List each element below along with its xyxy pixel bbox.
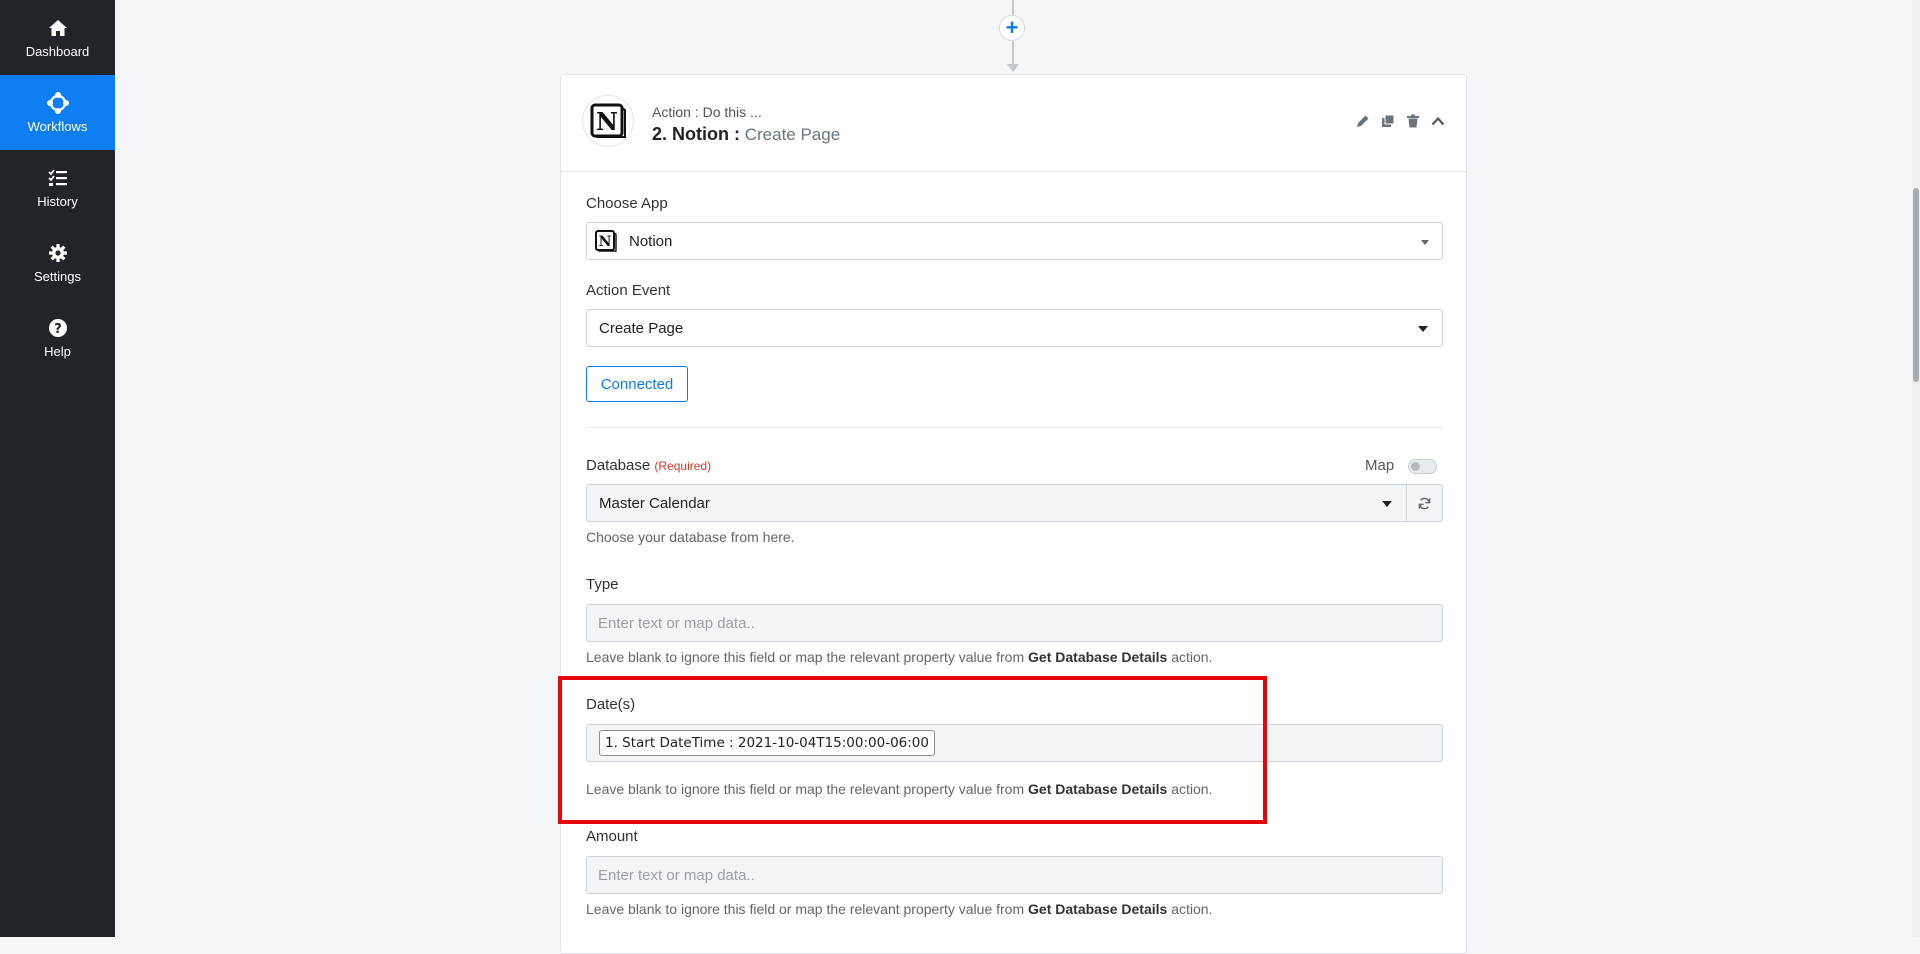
notion-logo-icon: N [582,95,634,147]
sidebar-item-settings[interactable]: Settings [0,225,115,300]
map-toggle[interactable] [1408,459,1437,474]
action-event-value: Create Page [599,319,684,337]
sidebar-item-help[interactable]: ? Help [0,300,115,375]
database-help-text: Choose your database from here. [586,529,795,545]
step-title: 2. Notion : Create Page [652,124,840,145]
type-label: Type [586,576,619,593]
flow-arrow-icon [1007,64,1019,72]
help-text-suffix: action. [1167,901,1213,917]
step-app-name: 2. Notion : [652,124,740,144]
type-help-text: Leave blank to ignore this field or map … [586,649,1212,665]
gear-icon [47,242,69,264]
sidebar-item-label: Help [44,343,71,359]
scrollbar-track[interactable] [1912,0,1920,937]
help-text-action-link: Get Database Details [1028,649,1168,665]
type-input[interactable]: Enter text or map data.. [586,604,1443,642]
divider [586,427,1443,428]
history-list-icon [47,167,69,189]
choose-app-value: Notion [629,232,673,250]
question-icon: ? [47,317,69,339]
choose-app-label: Choose App [586,195,668,212]
amount-help-text: Leave blank to ignore this field or map … [586,901,1212,917]
collapse-chevron-up-icon[interactable] [1430,113,1446,129]
sidebar-item-label: Dashboard [25,43,90,59]
action-event-label: Action Event [586,282,671,299]
database-label: Database (Required) [586,457,711,474]
map-label: Map [1365,457,1395,474]
step-header[interactable]: N Action : Do this ... 2. Notion : Creat… [561,75,1466,172]
flow-connector [1012,40,1014,66]
flow-connector [1012,0,1014,16]
help-text-prefix: Leave blank to ignore this field or map … [586,649,1029,665]
copy-icon[interactable] [1380,113,1396,129]
sidebar-item-history[interactable]: History [0,150,115,225]
refresh-icon [1418,497,1431,509]
scrollbar-thumb[interactable] [1913,188,1919,382]
svg-text:?: ? [54,322,62,337]
caret-down-icon [1418,326,1428,332]
database-label-text: Database [586,457,651,474]
caret-down-icon [1382,501,1392,507]
amount-label: Amount [586,828,638,845]
sidebar-item-workflows[interactable]: Workflows [0,75,115,150]
help-text-prefix: Leave blank to ignore this field or map … [586,901,1029,917]
step-event-name: Create Page [740,125,841,144]
chevron-down-icon [1421,240,1429,245]
step-subtitle: Action : Do this ... [652,104,762,120]
workflow-icon [46,91,69,114]
sidebar-item-label: Settings [34,268,81,284]
trash-icon[interactable] [1405,113,1421,129]
svg-text:N: N [599,234,612,250]
highlight-box [558,676,1267,824]
help-text-suffix: action. [1167,649,1213,665]
connected-button[interactable]: Connected [586,366,688,402]
svg-text:N: N [596,107,618,136]
home-icon [47,17,69,39]
action-event-select[interactable]: Create Page [586,309,1443,347]
sidebar-item-dashboard[interactable]: Dashboard [0,0,115,75]
add-step-button[interactable]: + [999,15,1025,41]
step-actions [1355,113,1446,129]
sidebar: Dashboard Workflows History Settings ? H… [0,0,115,937]
required-badge: (Required) [654,459,712,473]
edit-pencil-icon[interactable] [1355,113,1371,129]
help-text-action-link: Get Database Details [1028,901,1168,917]
choose-app-select[interactable]: N Notion [586,222,1443,260]
database-value: Master Calendar [599,494,710,512]
sidebar-item-label: History [37,193,78,209]
notion-logo-icon: N [593,228,619,254]
amount-input[interactable]: Enter text or map data.. [586,856,1443,894]
refresh-button[interactable] [1406,484,1443,522]
database-select[interactable]: Master Calendar [586,484,1407,522]
sidebar-item-label: Workflows [27,118,88,134]
toggle-knob [1411,462,1420,471]
